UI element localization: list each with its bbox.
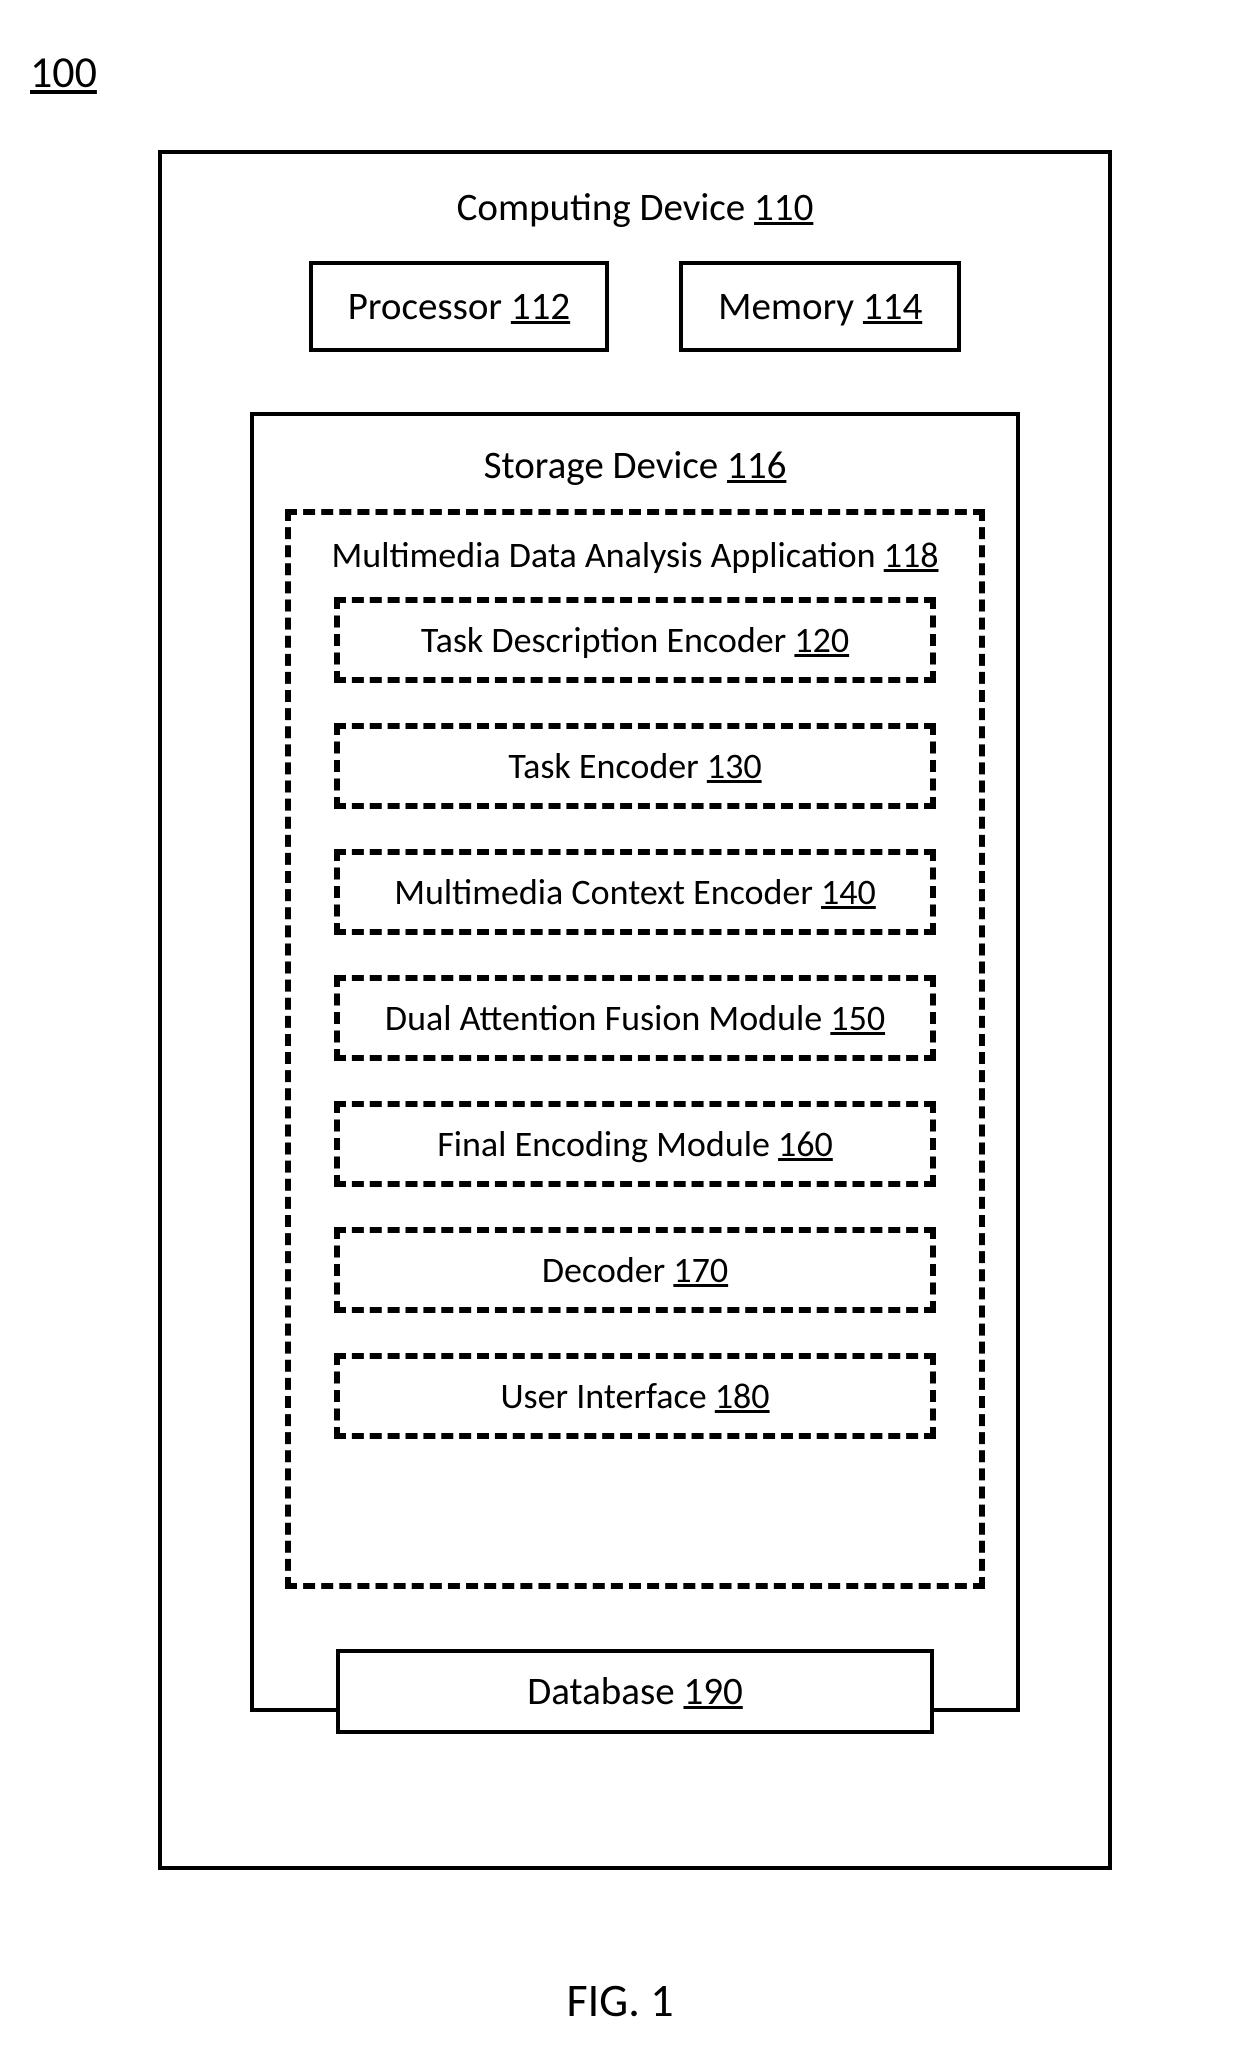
processor-memory-row: Processor 112 Memory 114 [162,261,1108,352]
database-box: Database 190 [336,1649,934,1734]
module-label: User Interface [500,1374,706,1418]
figure-reference-number: 100 [30,45,97,99]
database-number: 190 [683,1668,742,1715]
module-label: Task Description Encoder [421,618,786,662]
module-number: 130 [707,744,762,788]
module-task-description-encoder: Task Description Encoder 120 [334,597,936,683]
memory-label: Memory [718,283,854,330]
module-dual-attention-fusion: Dual Attention Fusion Module 150 [334,975,936,1061]
module-number: 180 [715,1374,770,1418]
module-number: 150 [830,996,885,1040]
module-number: 170 [673,1248,728,1292]
module-user-interface: User Interface 180 [334,1353,936,1439]
storage-label: Storage Device [484,442,719,489]
figure-page: 100 Computing Device 110 Processor 112 M… [0,0,1240,2054]
module-label: Multimedia Context Encoder [394,870,813,914]
storage-title: Storage Device 116 [254,442,1016,489]
computing-device-number: 110 [754,184,813,231]
figure-caption: FIG. 1 [0,1973,1240,2029]
computing-device-label: Computing Device [457,184,746,231]
module-decoder: Decoder 170 [334,1227,936,1313]
application-number: 118 [884,533,939,577]
processor-box: Processor 112 [309,261,609,352]
module-number: 140 [821,870,876,914]
module-final-encoding: Final Encoding Module 160 [334,1101,936,1187]
computing-device-title: Computing Device 110 [162,184,1108,231]
memory-number: 114 [863,283,922,330]
memory-box: Memory 114 [679,261,961,352]
module-label: Final Encoding Module [437,1122,770,1166]
processor-label: Processor [348,283,502,330]
module-number: 160 [778,1122,833,1166]
application-label: Multimedia Data Analysis Application [332,533,876,577]
application-title: Multimedia Data Analysis Application 118 [291,533,979,577]
storage-device-box: Storage Device 116 Multimedia Data Analy… [250,412,1020,1712]
storage-number: 116 [727,442,786,489]
module-multimedia-context-encoder: Multimedia Context Encoder 140 [334,849,936,935]
module-task-encoder: Task Encoder 130 [334,723,936,809]
module-label: Decoder [542,1248,665,1292]
computing-device-box: Computing Device 110 Processor 112 Memor… [158,150,1112,1870]
module-stack: Task Description Encoder 120 Task Encode… [291,597,979,1439]
module-number: 120 [794,618,849,662]
module-label: Task Encoder [508,744,698,788]
processor-number: 112 [511,283,570,330]
module-label: Dual Attention Fusion Module [385,996,822,1040]
database-label: Database [527,1668,674,1715]
application-box: Multimedia Data Analysis Application 118… [285,509,985,1589]
